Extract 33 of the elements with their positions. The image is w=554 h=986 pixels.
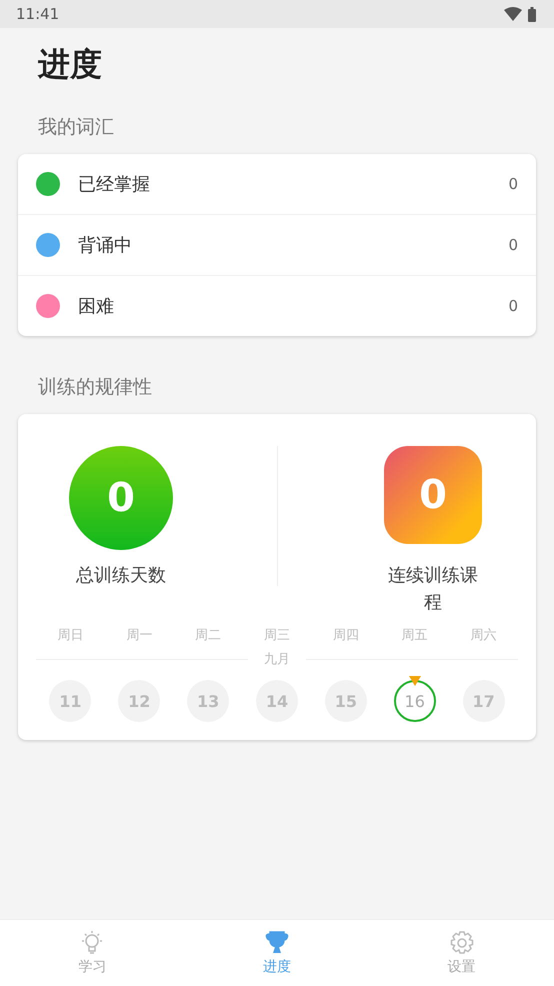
triangle-marker-icon	[408, 676, 421, 686]
section-heading: 我的词汇	[38, 115, 115, 140]
stat-label: 连续训练课程	[387, 564, 479, 615]
month-label: 九月	[264, 651, 290, 668]
weekday-label: 周三	[263, 627, 291, 644]
weekday-label: 周四	[332, 627, 360, 644]
weekday-label: 周六	[470, 627, 498, 644]
category-label: 困难	[78, 295, 115, 318]
settings-icon	[448, 930, 475, 956]
wifi-icon	[504, 7, 522, 21]
vocabulary-row[interactable]: 背诵中 0	[18, 215, 536, 276]
weekday-label: 周二	[194, 627, 222, 644]
battery-icon	[528, 6, 536, 22]
weekday-label: 周日	[56, 627, 84, 644]
weekday-label: 周五	[400, 627, 429, 644]
page-title: 进度	[38, 44, 103, 84]
word-count: 0	[508, 236, 518, 254]
vocabulary-row[interactable]: 已经掌握 0	[18, 154, 536, 215]
trophy-icon	[264, 930, 290, 956]
category-label: 已经掌握	[78, 173, 151, 196]
word-count: 0	[508, 175, 518, 193]
vocabulary-row[interactable]: 困难 0	[18, 276, 536, 336]
section-heading: 训练的规律性	[38, 375, 153, 400]
nav-tab[interactable]: 进度	[184, 920, 370, 986]
nav-tab[interactable]: 学习	[0, 920, 185, 986]
category-label: 背诵中	[78, 234, 133, 257]
word-count: 0	[508, 297, 518, 315]
stat-label: 总训练天数	[76, 564, 166, 588]
nav-tab[interactable]: 设置	[369, 920, 554, 986]
weekday-label: 周一	[125, 627, 154, 644]
streak-value: 0	[384, 446, 482, 544]
clock: 11:41	[16, 5, 60, 23]
total-days-value: 0	[69, 446, 173, 550]
